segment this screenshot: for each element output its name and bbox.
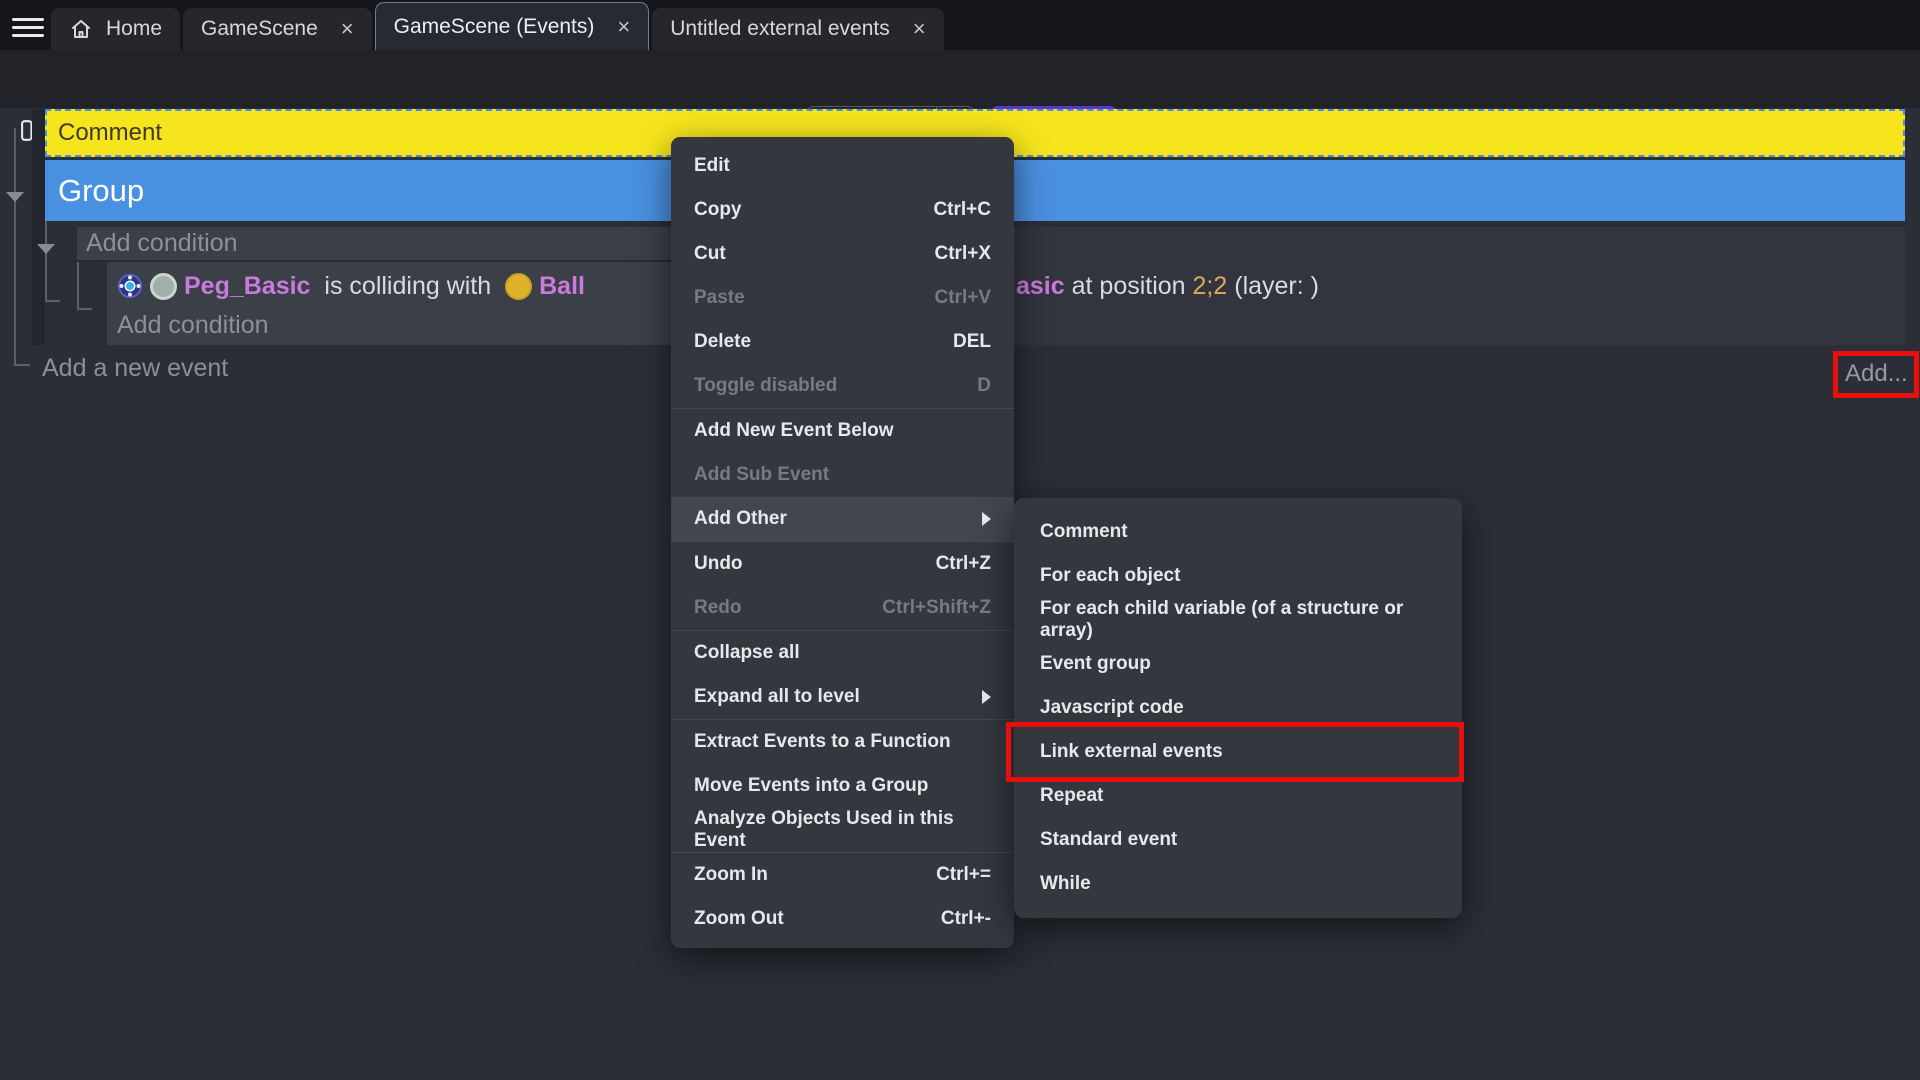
condition-collision[interactable]: Peg_Basic is colliding with Ball xyxy=(117,264,585,308)
object-name: Ball xyxy=(539,272,585,301)
object-name: Peg_Basic xyxy=(184,272,310,301)
action-create-object-fragment[interactable]: asic at position 2;2 (layer: ) xyxy=(1016,264,1319,308)
tree-guide-line xyxy=(14,128,16,366)
submenu-item-while[interactable]: While xyxy=(1014,862,1462,906)
menu-item-paste: PasteCtrl+V xyxy=(671,276,1014,320)
toolbar: Preview Publish xyxy=(0,50,1920,108)
tab-gamescene[interactable]: GameScene × xyxy=(183,8,372,50)
add-condition-link[interactable]: Add condition xyxy=(117,308,269,342)
tree-guide-corner xyxy=(14,364,30,366)
add-other-submenu: Comment For each object For each child v… xyxy=(1014,498,1462,918)
menu-item-copy[interactable]: CopyCtrl+C xyxy=(671,188,1014,232)
tree-guide-corner xyxy=(45,300,60,302)
home-icon xyxy=(69,17,93,41)
menu-item-add-sub-event: Add Sub Event xyxy=(671,453,1014,497)
tree-guide-line xyxy=(77,262,79,310)
submenu-item-comment[interactable]: Comment xyxy=(1014,510,1462,554)
close-icon[interactable]: × xyxy=(913,18,926,40)
menu-item-cut[interactable]: CutCtrl+X xyxy=(671,232,1014,276)
menu-item-redo: RedoCtrl+Shift+Z xyxy=(671,586,1014,630)
submenu-item-for-each-object[interactable]: For each object xyxy=(1014,554,1462,598)
menu-item-extract-events-to-function[interactable]: Extract Events to a Function xyxy=(671,720,1014,764)
submenu-arrow-icon xyxy=(982,690,991,704)
ball-object-icon xyxy=(505,273,532,300)
add-new-event-link[interactable]: Add a new event xyxy=(42,352,228,384)
tab-home[interactable]: Home xyxy=(51,8,180,50)
close-icon[interactable]: × xyxy=(341,18,354,40)
submenu-item-standard-event[interactable]: Standard event xyxy=(1014,818,1462,862)
menu-item-zoom-out[interactable]: Zoom OutCtrl+- xyxy=(671,897,1014,941)
submenu-item-for-each-child-variable[interactable]: For each child variable (of a structure … xyxy=(1014,598,1462,642)
menu-item-collapse-all[interactable]: Collapse all xyxy=(671,631,1014,675)
tab-label: GameScene xyxy=(201,17,318,41)
submenu-arrow-icon xyxy=(982,512,991,526)
main-menu-icon[interactable] xyxy=(12,13,44,37)
tab-bar: Home GameScene × GameScene (Events) × Un… xyxy=(0,0,1920,50)
expander-arrow-icon[interactable] xyxy=(6,192,24,202)
menu-item-add-other[interactable]: Add Other xyxy=(671,497,1014,541)
event-indent xyxy=(93,262,107,345)
event-indent xyxy=(63,227,77,345)
menu-item-undo[interactable]: UndoCtrl+Z xyxy=(671,542,1014,586)
menu-item-expand-all-to-level[interactable]: Expand all to level xyxy=(671,675,1014,719)
tab-gamescene-events[interactable]: GameScene (Events) × xyxy=(375,2,650,50)
event-actions-area[interactable] xyxy=(1015,227,1905,262)
menu-item-analyze-objects[interactable]: Analyze Objects Used in this Event xyxy=(671,808,1014,852)
menu-item-move-events-into-group[interactable]: Move Events into a Group xyxy=(671,764,1014,808)
submenu-item-event-group[interactable]: Event group xyxy=(1014,642,1462,686)
close-icon[interactable]: × xyxy=(617,16,630,38)
expander-arrow-icon[interactable] xyxy=(37,244,55,254)
tree-guide-corner xyxy=(77,308,92,310)
tab-label: Untitled external events xyxy=(670,17,889,41)
context-menu: Edit CopyCtrl+C CutCtrl+X PasteCtrl+V De… xyxy=(671,137,1014,948)
menu-item-delete[interactable]: DeleteDEL xyxy=(671,320,1014,364)
tab-label: Home xyxy=(106,17,162,41)
condition-text: is colliding with xyxy=(317,272,498,301)
peg-basic-object-icon xyxy=(150,273,177,300)
group-title: Group xyxy=(58,173,144,209)
tab-label: GameScene (Events) xyxy=(394,15,595,39)
menu-item-toggle-disabled: Toggle disabledD xyxy=(671,364,1014,408)
event-gutter xyxy=(32,109,45,345)
annotation-box-add-link xyxy=(1833,351,1919,398)
tab-untitled-external-events[interactable]: Untitled external events × xyxy=(652,8,943,50)
collision-behavior-icon xyxy=(117,273,143,299)
menu-item-add-new-event-below[interactable]: Add New Event Below xyxy=(671,409,1014,453)
menu-item-zoom-in[interactable]: Zoom InCtrl+= xyxy=(671,853,1014,897)
tree-guide-line xyxy=(45,221,47,302)
tab-strip: Home GameScene × GameScene (Events) × Un… xyxy=(51,2,944,50)
annotation-box-link-external-events xyxy=(1006,722,1464,782)
comment-text: Comment xyxy=(58,119,162,147)
menu-item-edit[interactable]: Edit xyxy=(671,144,1014,188)
